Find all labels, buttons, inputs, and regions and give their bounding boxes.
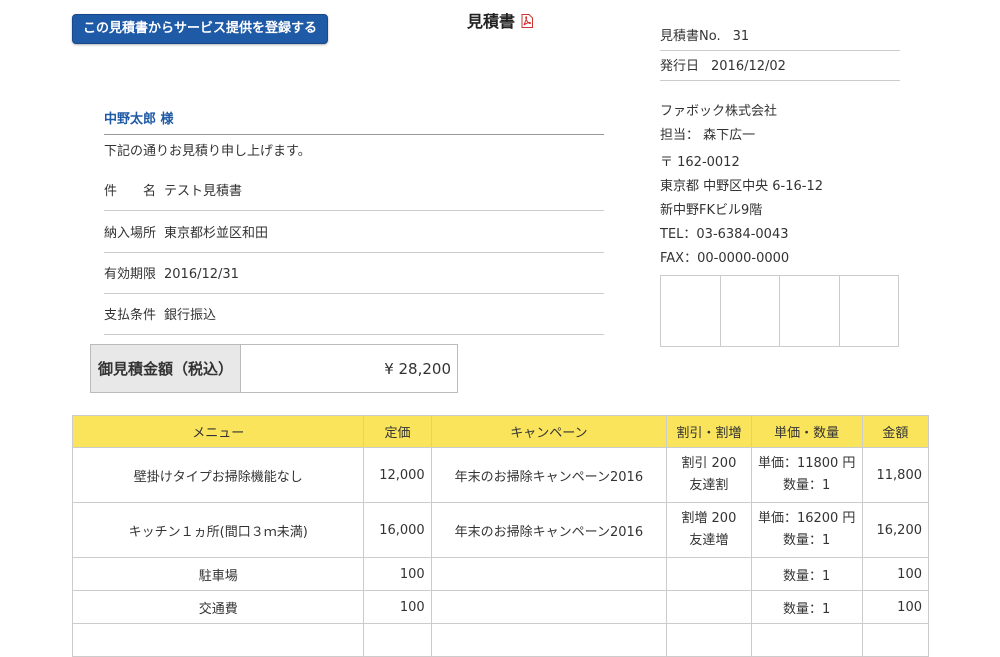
delivery-place-label: 納入場所 [104,226,157,241]
row-discount-amount: 割増 200 [681,511,737,526]
row-campaign: 年末のお掃除キャンペーン2016 [430,447,668,503]
row-price: 100 [363,590,432,624]
row-price: 16,000 [363,502,432,558]
row-unit-qty: 数量：1 [750,590,863,624]
row-discount-amount: 割引 200 [681,456,737,471]
row-campaign [430,590,668,624]
column-header-campaign: キャンペーン [430,415,668,448]
row-amount [861,623,930,657]
table-row [71,623,930,657]
estimate-number-row: 見積書No. 31 [660,25,900,51]
stamp-box [661,276,721,346]
payment-terms-value: 銀行振込 [164,308,217,323]
column-header-menu: メニュー [71,415,365,448]
row-amount: 100 [861,590,930,624]
table-header-row: メニュー 定価 キャンペーン 割引・割増 単価・数量 金額 [71,415,930,448]
column-header-unit-qty: 単価・数量 [750,415,863,448]
payment-terms-label: 支払条件 [104,308,157,323]
row-discount [666,623,752,657]
row-discount: 割増 200 友達増 [666,502,752,558]
row-quantity: 数量：1 [783,478,831,493]
row-menu [71,623,365,657]
company-address2: 新中野FKビル9階 [660,203,763,218]
row-unit-qty: 単価：16200 円数量：1 [750,502,863,558]
table-row: 駐車場 100 数量：1 100 [71,557,930,591]
row-menu: 交通費 [71,590,365,624]
row-unit-qty: 単価：11800 円数量：1 [750,447,863,503]
valid-until-value: 2016/12/31 [164,267,239,282]
line-items-table: メニュー 定価 キャンペーン 割引・割増 単価・数量 金額 壁掛けタイプお掃除機… [71,415,930,657]
valid-until-row: 有効期限 2016/12/31 [104,263,604,294]
row-price: 100 [363,557,432,591]
row-unit-price: 単価：11800 円 [757,456,856,471]
table-row: キッチン１ヵ所(間口３ｍ未満) 16,000 年末のお掃除キャンペーン2016 … [71,502,930,558]
stamp-box [780,276,840,346]
payment-terms-row: 支払条件 銀行振込 [104,304,604,335]
subject-label: 件 名 [104,184,157,199]
estimate-number-value: 31 [732,29,750,44]
subject-value: テスト見積書 [164,184,243,199]
company-tel: TEL：03-6384-0043 [660,227,789,242]
title-text: 見積書 [466,12,515,31]
company-name: ファボック株式会社 [660,104,778,119]
issue-date-value: 2016/12/02 [711,59,786,74]
row-amount: 16,200 [861,502,930,558]
company-zip: 〒 162-0012 [660,155,740,170]
row-unit-price: 単価：16200 円 [757,511,856,526]
issue-date-label: 発行日 [660,59,700,74]
intro-text: 下記の通りお見積り申し上げます。 [104,144,311,159]
row-price: 12,000 [363,447,432,503]
table-row: 交通費 100 数量：1 100 [71,590,930,624]
row-discount [666,557,752,591]
row-price [363,623,432,657]
valid-until-label: 有効期限 [104,267,157,282]
delivery-place-row: 納入場所 東京都杉並区和田 [104,222,604,253]
delivery-place-value: 東京都杉並区和田 [164,226,269,241]
row-amount: 100 [861,557,930,591]
issue-date-row: 発行日 2016/12/02 [660,55,900,81]
page-title: 見積書 [440,8,560,32]
customer-name: 中野太郎 様 [104,108,604,135]
company-info: ファボック株式会社 担当： 森下広一 〒 162-0012 東京都 中野区中央 … [660,100,900,271]
row-campaign: 年末のお掃除キャンペーン2016 [430,502,668,558]
row-quantity: 数量：1 [783,533,831,548]
company-contact: 担当： 森下広一 [660,128,756,143]
total-amount-label: 御見積金額（税込） [91,345,241,392]
column-header-discount: 割引・割増 [666,415,752,448]
register-service-button[interactable]: この見積書からサービス提供を登録する [72,14,328,44]
row-campaign [430,623,668,657]
estimate-number-label: 見積書No. [660,29,721,44]
total-amount-box: 御見積金額（税込） ¥ 28,200 [90,344,458,393]
company-address1: 東京都 中野区中央 6-16-12 [660,179,824,194]
row-discount-name: 友達割 [689,478,729,493]
row-discount [666,590,752,624]
row-discount-name: 友達増 [689,533,729,548]
subject-row: 件 名テスト見積書 [104,180,604,211]
column-header-amount: 金額 [861,415,930,448]
row-amount: 11,800 [861,447,930,503]
total-amount-value: ¥ 28,200 [384,359,451,378]
row-menu: 駐車場 [71,557,365,591]
company-fax: FAX：00-0000-0000 [660,251,790,266]
row-campaign [430,557,668,591]
pdf-icon[interactable] [521,14,533,28]
table-row: 壁掛けタイプお掃除機能なし 12,000 年末のお掃除キャンペーン2016 割引… [71,447,930,503]
row-unit-qty [750,623,863,657]
row-menu: キッチン１ヵ所(間口３ｍ未満) [71,502,365,558]
row-menu: 壁掛けタイプお掃除機能なし [71,447,365,503]
row-discount: 割引 200 友達割 [666,447,752,503]
column-header-price: 定価 [363,415,432,448]
stamp-boxes [660,275,899,347]
row-unit-qty: 数量：1 [750,557,863,591]
stamp-box [721,276,780,346]
stamp-box [840,276,899,346]
